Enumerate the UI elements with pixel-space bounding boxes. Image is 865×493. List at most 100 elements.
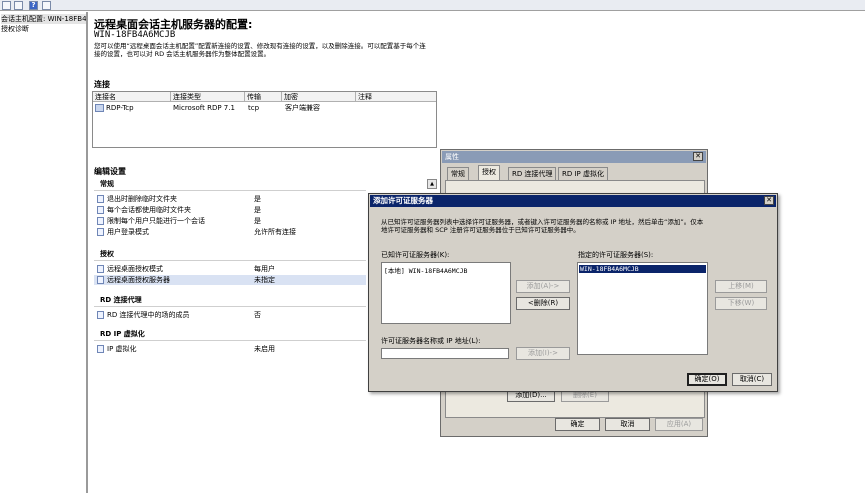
setting-icon [97, 345, 104, 353]
setting-icon [97, 195, 104, 203]
setting-label: 退出时删除临时文件夹 [107, 195, 177, 203]
instructions-line-2: 地许可证服务器和 SCP 注册许可证服务器位于已知许可证服务器中。 [381, 226, 580, 234]
setting-row[interactable]: 每个会话都使用临时文件夹 是 [94, 205, 366, 215]
ok-button[interactable]: 确定 [555, 418, 600, 431]
help-icon[interactable]: ? [29, 1, 38, 10]
add-name-button[interactable]: 添加(I)-> [516, 347, 570, 360]
apply-button[interactable]: 应用(A) [655, 418, 703, 431]
setting-value: 每用户 [254, 265, 275, 273]
setting-row[interactable]: 用户登录模式 允许所有连接 [94, 227, 366, 237]
tab-general[interactable]: 常规 [447, 167, 469, 180]
add-arrow-button[interactable]: 添加(A)-> [516, 280, 570, 293]
setting-row[interactable]: 退出时删除临时文件夹 是 [94, 194, 366, 204]
divider [94, 190, 366, 191]
tree-item-rdsh-config[interactable]: 会话主机配置: WIN-18FB4 [1, 14, 86, 24]
console-icon[interactable] [42, 1, 51, 10]
cell-encryption: 客户端兼容 [285, 104, 320, 112]
group-general: 常规 [100, 180, 114, 188]
description-line-2: 接的设置，也可以对 RD 会话主机服务器作为整体配置设置。 [94, 50, 271, 58]
properties-title: 属性 [445, 153, 459, 161]
setting-row[interactable]: 远程桌面授权模式 每用户 [94, 264, 366, 274]
connections-heading: 连接 [94, 80, 110, 89]
scroll-up-arrow[interactable]: ▲ [427, 179, 437, 189]
cell-name: RDP-Tcp [106, 104, 134, 112]
add-license-server-dialog: 添加许可证服务器 ✕ 从已知许可证服务器列表中选择许可证服务器，或者键入许可证服… [368, 193, 778, 392]
toolbar: ? [0, 0, 865, 11]
cancel-button[interactable]: 取消 [605, 418, 650, 431]
add-license-title: 添加许可证服务器 [373, 196, 433, 205]
setting-value: 是 [254, 206, 261, 214]
ok-button[interactable]: 确定(O) [687, 373, 727, 386]
properties-icon[interactable] [14, 1, 23, 10]
server-name-label: 许可证服务器名称或 IP 地址(L): [381, 337, 481, 345]
close-icon[interactable]: ✕ [764, 196, 774, 205]
add-license-titlebar: 添加许可证服务器 ✕ [370, 195, 776, 207]
instructions-line-1: 从已知许可证服务器列表中选择许可证服务器，或者键入许可证服务器的名称或 IP 地… [381, 218, 704, 226]
specified-servers-label: 指定的许可证服务器(S): [578, 251, 654, 259]
setting-label: IP 虚拟化 [107, 345, 137, 353]
move-down-button[interactable]: 下移(W) [715, 297, 767, 310]
cancel-button[interactable]: 取消(C) [732, 373, 772, 386]
setting-row[interactable]: RD 连接代理中的场的成员 否 [94, 310, 366, 320]
remove-button[interactable]: <删除(R) [516, 297, 570, 310]
page-description: 您可以使用“远程桌面会话主机配置”配置新连接的设置、修改现有连接的设置，以及删除… [94, 42, 494, 58]
setting-icon [97, 206, 104, 214]
group-licensing: 授权 [100, 250, 114, 258]
table-row[interactable]: RDP-Tcp Microsoft RDP 7.1 tcp 客户端兼容 [93, 103, 436, 114]
setting-icon [97, 265, 104, 273]
setting-value: 未启用 [254, 345, 275, 353]
setting-label: 远程桌面授权服务器 [107, 276, 170, 284]
console-tree: 会话主机配置: WIN-18FB4 授权诊断 [0, 12, 88, 493]
setting-row-selected[interactable]: 远程桌面授权服务器 未指定 [94, 275, 366, 285]
setting-value: 未指定 [254, 276, 275, 284]
col-header-comment[interactable]: 注释 [356, 92, 437, 102]
cell-transport: tcp [248, 104, 260, 112]
close-icon[interactable]: ✕ [693, 152, 703, 161]
cell-type: Microsoft RDP 7.1 [173, 104, 235, 112]
list-item[interactable]: [本地] WIN-18FB4A6MCJB [384, 265, 467, 275]
col-header-transport[interactable]: 传输 [245, 92, 282, 102]
setting-row[interactable]: 限制每个用户只能进行一个会话 是 [94, 216, 366, 226]
tree-item-licensing-diagnosis[interactable]: 授权诊断 [1, 24, 29, 34]
setting-value: 否 [254, 311, 261, 319]
list-item-selected[interactable]: WIN-18FB4A6MCJB [579, 265, 706, 273]
divider [94, 306, 366, 307]
specified-servers-list[interactable]: WIN-18FB4A6MCJB [577, 262, 708, 355]
divider [94, 340, 366, 341]
tab-licensing[interactable]: 授权 [478, 165, 500, 180]
setting-label: 远程桌面授权模式 [107, 265, 163, 273]
known-servers-list[interactable]: [本地] WIN-18FB4A6MCJB [381, 262, 511, 324]
dialog-instructions: 从已知许可证服务器列表中选择许可证服务器，或者键入许可证服务器的名称或 IP 地… [381, 218, 771, 234]
setting-value: 是 [254, 195, 261, 203]
known-servers-label: 已知许可证服务器(K): [381, 251, 450, 259]
setting-icon [97, 276, 104, 284]
group-ip-virtualization: RD IP 虚拟化 [100, 330, 145, 338]
connections-table: 连接名 连接类型 传输 加密 注释 RDP-Tcp Microsoft RDP … [92, 91, 437, 148]
properties-titlebar: 属性 ✕ [442, 151, 706, 163]
connection-icon [95, 104, 104, 112]
setting-label: RD 连接代理中的场的成员 [107, 311, 190, 319]
setting-icon [97, 217, 104, 225]
setting-value: 允许所有连接 [254, 228, 296, 236]
setting-icon [97, 228, 104, 236]
tab-rd-ip-virtualization[interactable]: RD IP 虚拟化 [558, 167, 608, 180]
tab-rd-broker[interactable]: RD 连接代理 [508, 167, 557, 180]
col-header-name[interactable]: 连接名 [93, 92, 171, 102]
setting-icon [97, 311, 104, 319]
setting-row[interactable]: IP 虚拟化 未启用 [94, 344, 366, 354]
setting-value: 是 [254, 217, 261, 225]
server-name-input[interactable] [381, 348, 509, 359]
col-header-type[interactable]: 连接类型 [171, 92, 245, 102]
server-name: WIN-18FB4A6MCJB [94, 30, 176, 40]
divider [94, 260, 366, 261]
setting-label: 用户登录模式 [107, 228, 149, 236]
connections-table-header: 连接名 连接类型 传输 加密 注释 [93, 92, 436, 102]
back-icon[interactable] [2, 1, 11, 10]
edit-settings-heading: 编辑设置 [94, 167, 126, 176]
setting-label: 限制每个用户只能进行一个会话 [107, 217, 205, 225]
group-broker: RD 连接代理 [100, 296, 142, 304]
col-header-encryption[interactable]: 加密 [282, 92, 356, 102]
setting-label: 每个会话都使用临时文件夹 [107, 206, 191, 214]
move-up-button[interactable]: 上移(M) [715, 280, 767, 293]
description-line-1: 您可以使用“远程桌面会话主机配置”配置新连接的设置、修改现有连接的设置，以及删除… [94, 42, 426, 50]
